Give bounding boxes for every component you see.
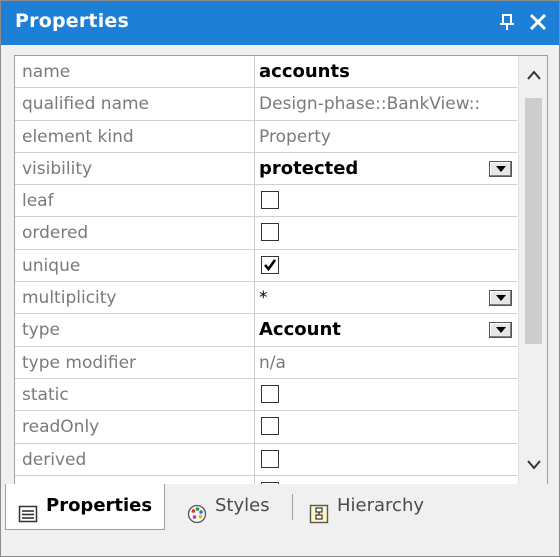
vertical-scrollbar[interactable]: [518, 56, 547, 484]
property-value-checkbox[interactable]: [255, 444, 517, 475]
property-value: Property: [255, 121, 517, 152]
property-row-leaf[interactable]: leaf: [15, 185, 517, 218]
checkbox-unchecked[interactable]: [261, 191, 279, 210]
checkbox-unchecked[interactable]: [261, 384, 279, 403]
property-row-qualified-name[interactable]: qualified name Design-phase::BankView::: [15, 88, 517, 121]
property-name: name: [15, 56, 255, 88]
property-name: multiplicity: [15, 282, 255, 314]
checkbox-unchecked[interactable]: [261, 417, 279, 436]
title-bar: Properties: [1, 1, 559, 45]
property-name: static: [15, 378, 255, 411]
tab-label: Properties: [46, 495, 153, 516]
property-value-dropdown[interactable]: *: [255, 282, 517, 313]
tab-hierarchy[interactable]: Hierarchy: [297, 484, 447, 530]
property-value-checkbox[interactable]: [255, 250, 517, 281]
property-row-derived[interactable]: derived: [15, 443, 517, 476]
tab-label: Styles: [215, 495, 270, 516]
dropdown-arrow-button[interactable]: [489, 160, 512, 177]
checkbox-unchecked[interactable]: [261, 449, 279, 468]
checkbox-unchecked[interactable]: [261, 223, 279, 242]
property-row-name[interactable]: name accounts: [15, 56, 517, 89]
property-row-type-modifier[interactable]: type modifier n/a: [15, 346, 517, 379]
property-value-dropdown[interactable]: protected: [255, 153, 517, 184]
property-rows: name accounts qualified name Design-phase::…: [15, 56, 517, 484]
property-row-element-kind[interactable]: element kind Property: [15, 120, 517, 153]
property-value[interactable]: accounts: [255, 56, 517, 87]
tab-strip: Properties Styles Hierarchy: [1, 484, 559, 556]
property-value-text: Account: [259, 319, 341, 341]
property-value: n/a: [255, 347, 517, 378]
check-icon: [264, 259, 277, 271]
property-row-read-only[interactable]: readOnly: [15, 411, 517, 444]
property-value-text: Property: [259, 126, 331, 147]
property-row-ordered[interactable]: ordered: [15, 217, 517, 250]
chevron-down-icon: [496, 327, 506, 334]
property-name: leaf: [15, 185, 255, 217]
property-value: Design-phase::BankView::: [255, 88, 517, 119]
property-name: type modifier: [15, 346, 255, 378]
tab-styles[interactable]: Styles: [175, 484, 287, 530]
property-value-text: protected: [259, 157, 359, 179]
property-row-multiplicity[interactable]: multiplicity *: [15, 282, 517, 315]
close-icon[interactable]: [527, 11, 549, 33]
property-grid: name accounts qualified name Design-phase::…: [14, 55, 548, 485]
tab-separator: [292, 494, 293, 520]
checkbox-checked[interactable]: [261, 255, 279, 274]
property-value-text: *: [259, 288, 268, 309]
hierarchy-icon: [309, 497, 329, 524]
property-name: readOnly: [15, 411, 255, 443]
property-name: element kind: [15, 120, 255, 152]
property-name: visibility: [15, 152, 255, 185]
properties-window: Properties name accounts qualified name Des…: [0, 0, 560, 557]
chevron-down-icon: [496, 295, 506, 302]
property-row-visibility[interactable]: visibility protected: [15, 152, 517, 186]
scrollbar-thumb[interactable]: [525, 98, 542, 344]
window-title: Properties: [15, 10, 129, 32]
scroll-up-button[interactable]: [519, 56, 547, 96]
chevron-down-icon: [496, 165, 506, 172]
property-value-dropdown[interactable]: Account: [255, 314, 517, 345]
property-name: ordered: [15, 217, 255, 249]
property-value-text: accounts: [259, 61, 350, 82]
property-value-text: Design-phase::BankView::: [259, 94, 481, 115]
property-value-text: n/a: [259, 352, 286, 373]
tab-properties[interactable]: Properties: [5, 484, 165, 530]
property-value-checkbox[interactable]: [255, 217, 517, 248]
property-name: unique: [15, 249, 255, 282]
dropdown-arrow-button[interactable]: [489, 322, 512, 339]
tab-label: Hierarchy: [337, 495, 425, 516]
palette-icon: [187, 497, 207, 524]
pin-icon[interactable]: [497, 12, 517, 32]
properties-icon: [18, 497, 38, 523]
scroll-down-button[interactable]: [519, 446, 547, 484]
property-row-static[interactable]: static: [15, 378, 517, 412]
property-row-type[interactable]: type Account: [15, 314, 517, 347]
property-value-checkbox[interactable]: [255, 185, 517, 216]
property-name: derived: [15, 443, 255, 475]
dropdown-arrow-button[interactable]: [489, 290, 512, 307]
property-row-unique[interactable]: unique: [15, 249, 517, 283]
property-name: type: [15, 314, 255, 346]
property-value-checkbox[interactable]: [255, 411, 517, 442]
property-value-checkbox[interactable]: [255, 379, 517, 410]
property-name: qualified name: [15, 88, 255, 120]
